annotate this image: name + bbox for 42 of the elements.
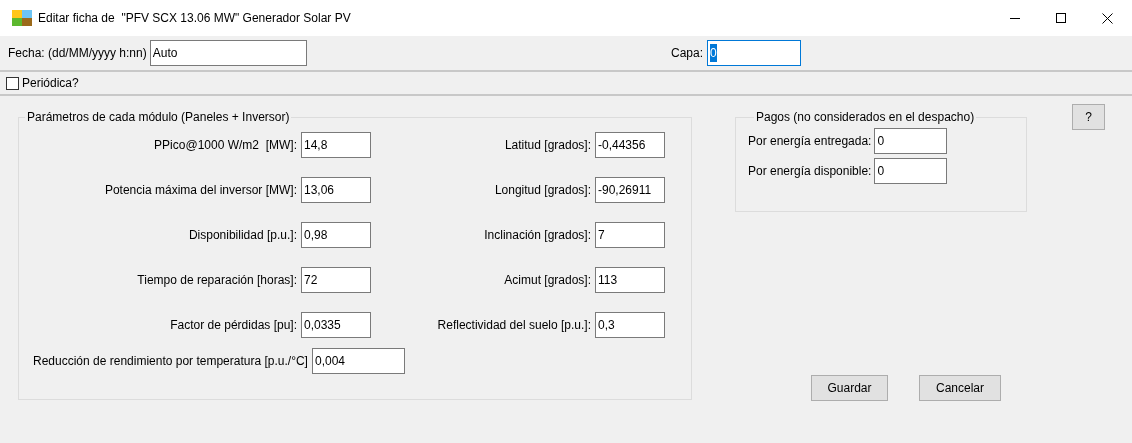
field-label: Por energía disponible: (748, 163, 872, 180)
field-label: PPico@1000 W/m2 [MW]: (153, 137, 297, 154)
field-label: Reducción de rendimiento por temperatura [p.u./°C] (33, 353, 308, 370)
field-label: Longitud [grados]: (493, 182, 591, 199)
close-icon (1101, 12, 1113, 24)
field-label: Fecha: (dd/MM/yyyy h:nn) (8, 45, 147, 62)
field-label: Inclinación [grados]: (483, 227, 591, 244)
input-field[interactable]: 113 (595, 267, 665, 293)
input-field[interactable]: 0 (874, 128, 948, 154)
field-label: Tiempo de reparación [horas]: (136, 272, 297, 289)
input-field[interactable]: 13,06 (301, 177, 371, 203)
group-title: Pagos (no considerados en el despacho) (755, 109, 976, 126)
input-field[interactable]: 0,3 (595, 312, 665, 338)
input-field[interactable]: -0,44356 (595, 132, 665, 158)
input-field[interactable]: 7 (595, 222, 665, 248)
window-title: Editar ficha de "PFV SCX 13.06 MW" Generador Solar PV (38, 10, 351, 27)
input-field[interactable]: 0,004 (311, 348, 405, 374)
field-label: Factor de pérdidas [pu]: (169, 317, 297, 334)
input-field[interactable]: -90,26911 (595, 177, 665, 203)
input-field[interactable]: 14,8 (301, 132, 371, 158)
maximize-icon (1056, 13, 1066, 23)
input-field[interactable]: Auto (149, 40, 307, 66)
save-button[interactable]: Guardar (811, 375, 888, 401)
cancel-button[interactable]: Cancelar (919, 375, 1001, 401)
help-button[interactable]: ? (1072, 104, 1105, 130)
field-label: Capa: (670, 45, 703, 62)
input-field[interactable]: 0 (707, 40, 801, 66)
field-label: Por energía entregada: (748, 133, 872, 150)
input-field[interactable]: 0,0335 (301, 312, 371, 338)
field-label: Periódica? (22, 75, 79, 92)
field-label: Disponibilidad [p.u.]: (187, 227, 297, 244)
input-field[interactable]: 0 (874, 158, 948, 184)
input-field[interactable]: 72 (301, 267, 371, 293)
group-title: Parámetros de cada módulo (Paneles + Inversor) (26, 109, 291, 126)
periodica-checkbox[interactable] (6, 76, 19, 90)
field-label: Acimut [grados]: (503, 272, 591, 289)
field-label: Reflectividad del suelo [p.u.]: (436, 317, 591, 334)
field-label: Latitud [grados]: (503, 137, 591, 154)
minimize-icon (1010, 17, 1020, 19)
input-field[interactable]: 0,98 (301, 222, 371, 248)
app-icon (12, 10, 32, 26)
field-label: Potencia máxima del inversor [MW]: (103, 182, 297, 199)
